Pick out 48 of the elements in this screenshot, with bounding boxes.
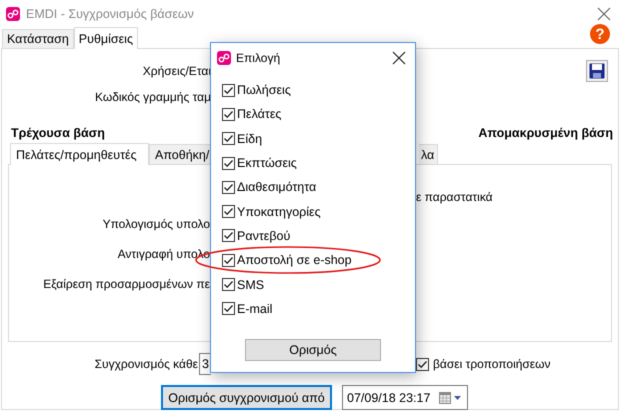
checkbox[interactable] <box>222 108 235 121</box>
checkbox-label[interactable]: Διαθεσιμότητα <box>237 180 316 194</box>
checkbox[interactable] <box>222 302 235 316</box>
field-label: Χρήσεις/Εται <box>142 64 211 78</box>
field-label: Κωδικός γραμμής ταμ <box>94 90 211 104</box>
section-heading: Απομακρυσμένη βάση <box>478 126 613 140</box>
confirm-button[interactable]: Ορισμός <box>245 339 381 361</box>
checkbox-label[interactable]: E-mail <box>237 302 272 316</box>
date-field[interactable]: 07/09/18 23:17 <box>342 385 468 410</box>
field-label: Συγχρονισμός κάθε <box>94 357 199 371</box>
window-title: EMDI - Συγχρονισμός βάσεων <box>26 7 195 21</box>
app-icon <box>6 7 20 21</box>
close-icon[interactable] <box>392 51 406 65</box>
tab[interactable]: Πελάτες/προμηθευτές <box>10 143 149 165</box>
checkbox[interactable] <box>222 205 235 218</box>
checkbox-label[interactable]: Είδη <box>237 132 262 146</box>
checkbox-label[interactable]: Πωλήσεις <box>237 83 291 98</box>
checkbox-label[interactable]: SMS <box>237 278 264 292</box>
checkbox[interactable] <box>222 229 235 242</box>
tab[interactable]: Αποθήκη/ <box>149 144 211 164</box>
help-button[interactable]: ? <box>590 24 610 44</box>
checkbox-label[interactable]: βάσει τροποποιήσεων <box>433 357 551 371</box>
checkbox[interactable] <box>222 132 235 146</box>
section-heading: Τρέχουσα βάση <box>11 126 105 140</box>
app-icon <box>217 51 231 65</box>
checkbox-label[interactable]: Πελάτες <box>237 107 282 122</box>
tab[interactable]: Ρυθμίσεις <box>74 27 138 49</box>
tab[interactable]: Κατάσταση <box>2 29 74 48</box>
checkbox[interactable] <box>416 358 429 370</box>
floppy-icon <box>589 63 605 79</box>
sync-from-button[interactable]: Ορισμός συγχρονισμού από <box>161 385 332 410</box>
checkbox[interactable] <box>222 254 235 267</box>
checkbox[interactable] <box>222 278 235 292</box>
tab[interactable]: λα <box>419 144 438 164</box>
calendar-icon[interactable] <box>439 390 451 404</box>
option-label: ε παραστατικά <box>416 190 493 204</box>
checkbox-label[interactable]: Υποκατηγορίες <box>237 204 321 219</box>
checkbox[interactable] <box>222 156 235 170</box>
caret-icon[interactable] <box>454 396 461 400</box>
dialog-title: Επιλογή <box>236 51 282 65</box>
option-label: Εξαίρεση προσαρμοσμένων πε <box>42 277 210 291</box>
option-label: Υπολογισμός υπολο <box>102 217 210 231</box>
interval-field[interactable]: 3 <box>199 353 211 375</box>
checkbox-label[interactable]: Ραντεβού <box>237 228 290 243</box>
checkbox[interactable] <box>222 180 235 194</box>
save-button[interactable] <box>586 60 608 82</box>
checkbox-label[interactable]: Εκπτώσεις <box>237 156 297 170</box>
checkbox[interactable] <box>222 84 235 97</box>
